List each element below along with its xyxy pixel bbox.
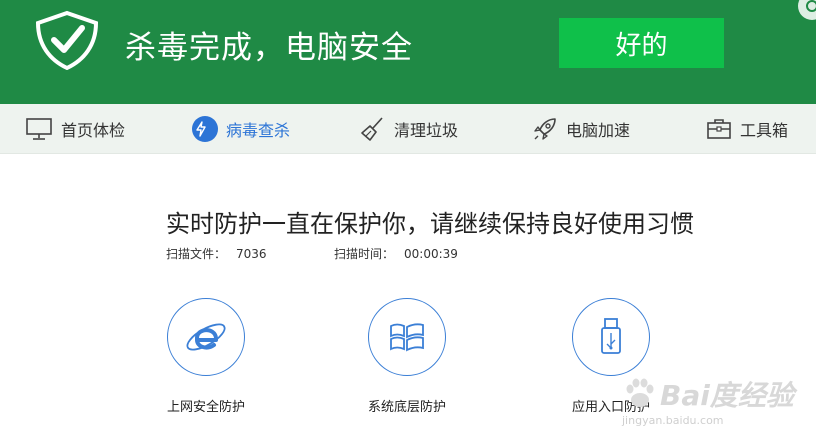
status-headline: 实时防护一直在保护你，请继续保持良好使用习惯 — [166, 210, 694, 238]
broom-icon — [361, 116, 383, 141]
scan-time-stat: 扫描时间： 00:00:39 — [334, 245, 458, 262]
monitor-icon — [26, 117, 52, 140]
nav-item-label: 病毒查杀 — [226, 120, 291, 140]
feature-label: 系统底层防护 — [368, 400, 447, 415]
header-bar: 杀毒完成，电脑安全 好的 — [0, 0, 816, 104]
stat-value: 7036 — [236, 247, 267, 261]
scan-files-stat: 扫描文件： 7036 — [166, 245, 267, 262]
windows-icon — [368, 298, 446, 376]
lightning-icon — [192, 115, 218, 142]
nav-item-clean-junk[interactable]: 清理垃圾 — [360, 104, 458, 153]
nav-item-label: 工具箱 — [740, 120, 789, 140]
nav-item-label: 清理垃圾 — [394, 120, 459, 140]
rocket-icon — [534, 117, 556, 140]
usb-icon — [572, 298, 650, 376]
stat-label: 扫描时间： — [334, 247, 395, 261]
main-nav: 首页体检 病毒查杀 清理垃圾 电脑加速 工具箱 — [0, 104, 816, 154]
nav-item-toolbox[interactable]: 工具箱 — [706, 104, 788, 153]
watermark-brand: Bai度经验 — [660, 379, 794, 412]
feature-system-protection: 系统底层防护 — [368, 298, 528, 428]
shield-check-icon — [35, 10, 99, 70]
nav-item-speedup[interactable]: 电脑加速 — [532, 104, 630, 153]
stat-value: 00:00:39 — [404, 247, 458, 261]
nav-item-label: 首页体检 — [61, 120, 126, 140]
ok-button[interactable]: 好的 — [559, 18, 724, 68]
nav-item-home-check[interactable]: 首页体检 — [25, 104, 125, 153]
feature-web-protection: 上网安全防护 — [167, 298, 327, 428]
corner-logo-icon — [798, 0, 816, 20]
page-title: 杀毒完成，电脑安全 — [125, 30, 413, 66]
toolbox-icon — [707, 118, 731, 139]
stat-label: 扫描文件： — [166, 247, 227, 261]
baidu-watermark: Bai度经验 jingyan.baidu.com — [620, 370, 810, 432]
paw-icon — [626, 378, 654, 407]
nav-item-virus-scan[interactable]: 病毒查杀 — [192, 104, 290, 153]
nav-item-label: 电脑加速 — [566, 120, 631, 140]
feature-label: 上网安全防护 — [167, 400, 246, 415]
watermark-url: jingyan.baidu.com — [622, 414, 724, 427]
ie-browser-icon — [167, 298, 245, 376]
